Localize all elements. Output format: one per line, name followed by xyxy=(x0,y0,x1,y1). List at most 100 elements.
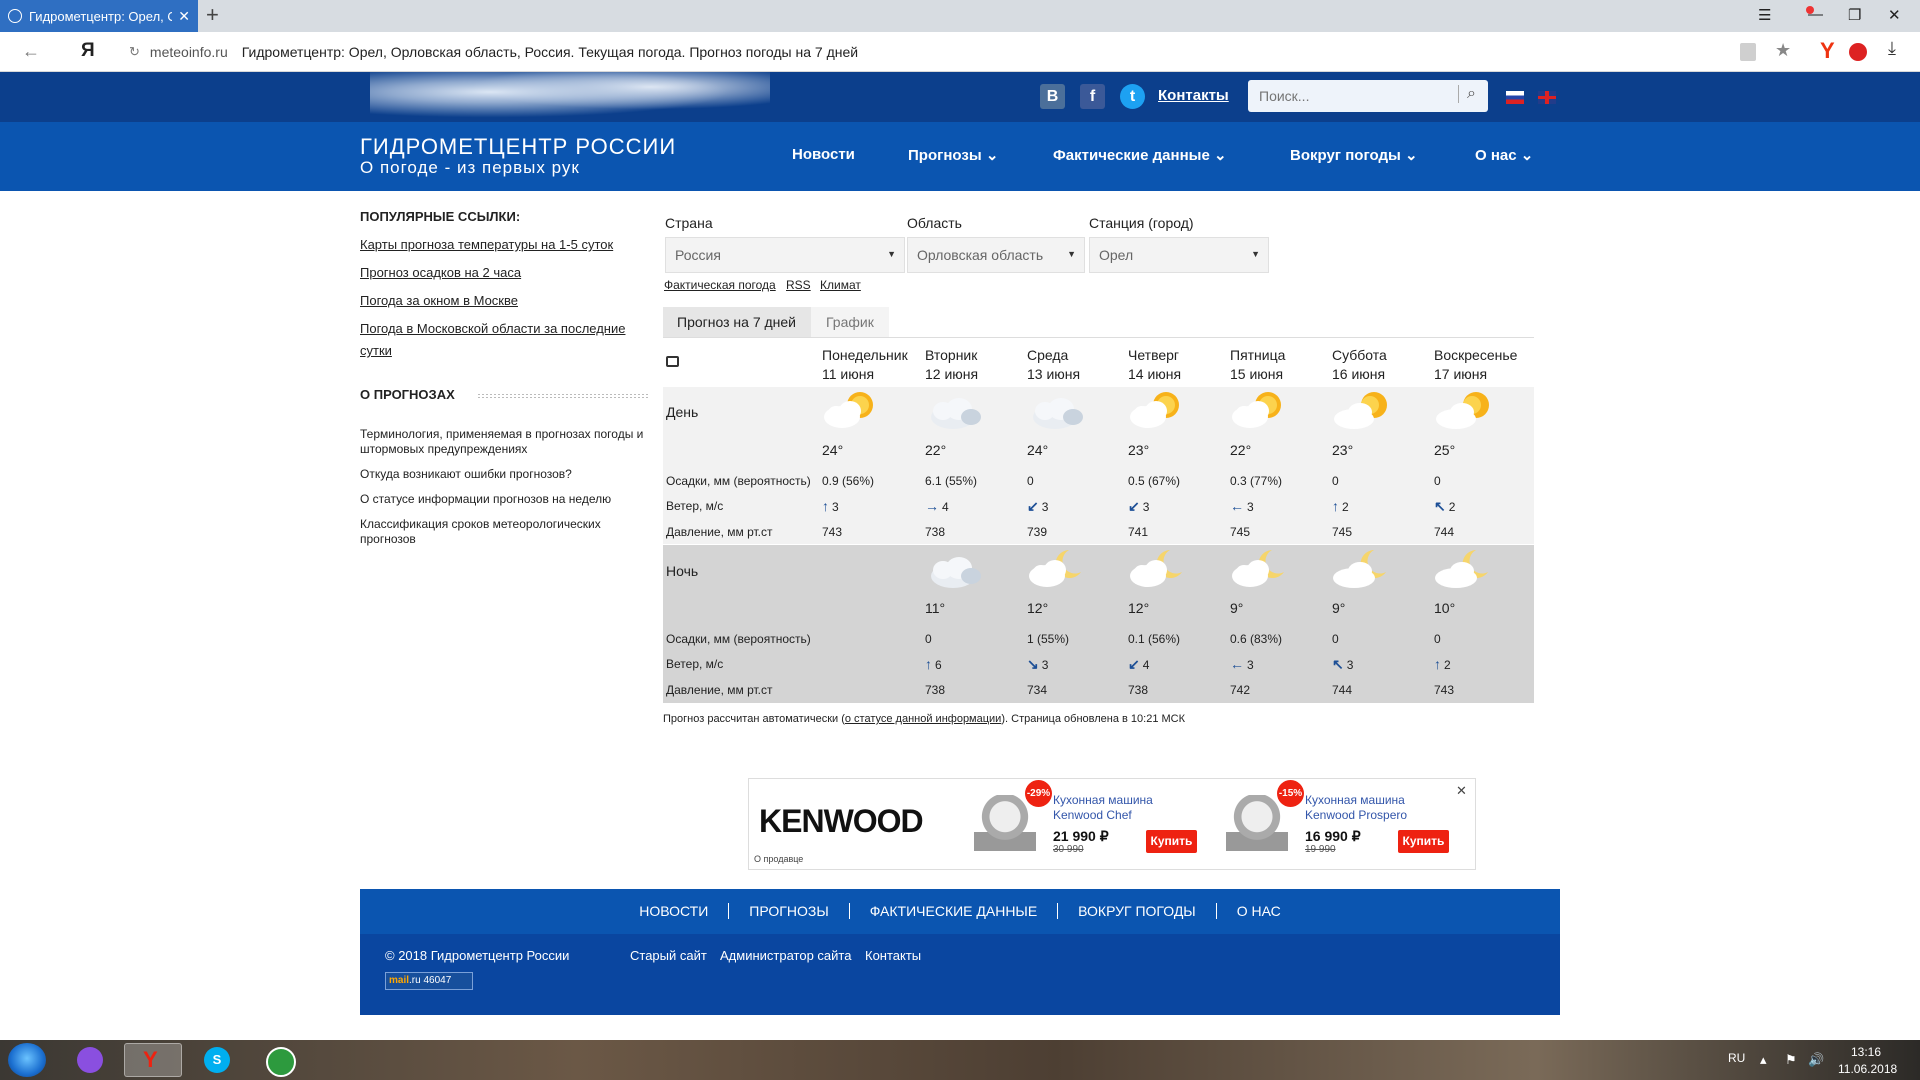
region-select[interactable]: Орловская область ▼ xyxy=(907,237,1085,273)
region-value: Орловская область xyxy=(917,247,1044,263)
contacts-link[interactable]: Контакты xyxy=(1158,87,1229,104)
day-label: День xyxy=(666,404,699,420)
product-name[interactable]: Кухонная машина Kenwood Chef xyxy=(1053,793,1153,823)
yandex-browser-taskbar-icon[interactable] xyxy=(124,1043,182,1077)
russian-flag-icon[interactable] xyxy=(1506,91,1524,104)
clock-date[interactable]: 11.06.2018 xyxy=(1838,1062,1897,1076)
volume-icon[interactable]: 🔊 xyxy=(1808,1052,1824,1068)
product-image[interactable] xyxy=(974,795,1036,857)
product-name[interactable]: Кухонная машина Kenwood Prospero xyxy=(1305,793,1407,823)
clock-time[interactable]: 13:16 xyxy=(1851,1045,1881,1059)
footer-contacts-link[interactable]: Контакты xyxy=(865,948,921,963)
temperature: 22° xyxy=(925,442,947,458)
popular-link[interactable]: Прогноз осадков на 2 часа xyxy=(360,262,660,284)
close-tab-icon[interactable]: ✕ xyxy=(178,8,190,25)
nav-actual-data[interactable]: Фактические данные ⌄ xyxy=(1053,146,1227,164)
site-title[interactable]: ГИДРОМЕТЦЕНТР РОССИИ xyxy=(360,134,676,160)
chevron-down-icon: ⌄ xyxy=(1404,147,1418,164)
start-button[interactable] xyxy=(8,1043,46,1077)
footer-nav-actual-data[interactable]: ФАКТИЧЕСКИЕ ДАННЫЕ xyxy=(870,903,1037,919)
tab-7-days[interactable]: Прогноз на 7 дней xyxy=(663,307,811,337)
about-link[interactable]: Откуда возникают ошибки прогнозов? xyxy=(360,467,650,482)
back-arrow-icon[interactable]: ← xyxy=(22,41,40,62)
twitter-icon[interactable]: t xyxy=(1120,84,1145,109)
app-taskbar-icon[interactable] xyxy=(250,1043,308,1077)
site-admin-link[interactable]: Администратор сайта xyxy=(720,948,851,963)
reload-icon[interactable]: ↻ xyxy=(129,44,140,60)
climate-link[interactable]: Климат xyxy=(820,278,861,292)
about-link[interactable]: Терминология, применяемая в прогнозах по… xyxy=(360,427,650,457)
restore-button[interactable]: ❐ xyxy=(1848,6,1861,24)
country-select[interactable]: Россия ▼ xyxy=(665,237,905,273)
wind-speed: 4 xyxy=(942,500,949,514)
protect-icon[interactable] xyxy=(1740,43,1756,61)
footnote-status-link[interactable]: о статусе данной информации xyxy=(845,713,1001,725)
popular-link[interactable]: Погода за окном в Москве xyxy=(360,290,660,312)
pressure: 743 xyxy=(1434,683,1455,697)
day-date: 14 июня xyxy=(1128,366,1182,382)
precipitation: 0.9 (56%) xyxy=(822,474,875,488)
wind-speed: 2 xyxy=(1448,500,1456,514)
close-window-button[interactable]: ✕ xyxy=(1888,6,1901,24)
moon-cloud-icon xyxy=(1330,546,1396,592)
mailru-counter[interactable]: mail.ru 46047 xyxy=(385,972,473,990)
about-link[interactable]: О статусе информации прогнозов на неделю xyxy=(360,492,650,507)
day-name: Вторник xyxy=(925,347,978,363)
nav-forecasts[interactable]: Прогнозы ⌄ xyxy=(908,146,998,164)
rss-link[interactable]: RSS xyxy=(786,278,811,292)
ad-seller-note[interactable]: О продавце xyxy=(754,854,803,864)
nav-news[interactable]: Новости xyxy=(792,146,855,163)
pressure: 743 xyxy=(822,525,843,539)
popular-link[interactable]: Карты прогноза температуры на 1-5 суток xyxy=(360,234,660,256)
language-indicator[interactable]: RU xyxy=(1728,1051,1745,1065)
ad-brand-logo[interactable]: KENWOOD xyxy=(759,803,924,840)
precip-label: Осадки, мм (вероятность) xyxy=(666,474,811,488)
footer-nav-forecasts[interactable]: ПРОГНОЗЫ xyxy=(749,903,828,919)
popular-link[interactable]: Погода в Московской области за последние… xyxy=(360,318,660,362)
buy-button[interactable]: Купить xyxy=(1146,830,1197,853)
bookmark-star-icon[interactable]: ★ xyxy=(1775,40,1791,61)
skype-taskbar-icon[interactable] xyxy=(188,1043,246,1077)
menu-icon[interactable]: ☰ xyxy=(1758,6,1771,24)
search-input[interactable] xyxy=(1248,80,1448,112)
minimize-button[interactable]: — xyxy=(1808,6,1823,23)
yandex-y-icon[interactable]: Y xyxy=(1820,38,1835,64)
buy-button[interactable]: Купить xyxy=(1398,830,1449,853)
download-icon[interactable]: ⤓ xyxy=(1888,38,1896,59)
product-image[interactable] xyxy=(1226,795,1288,857)
footer-nav-around-weather[interactable]: ВОКРУГ ПОГОДЫ xyxy=(1078,903,1196,919)
search-icon[interactable]: ⌕ xyxy=(1458,85,1476,103)
windows-taskbar: RU ▴ ⚑ 🔊 13:16 11.06.2018 xyxy=(0,1040,1920,1080)
precipitation: 0 xyxy=(1027,474,1034,488)
yandex-logo-icon[interactable]: Я xyxy=(81,40,95,62)
close-icon[interactable]: ✕ xyxy=(1456,783,1467,799)
url-field[interactable]: ↻ meteoinfo.ru Гидрометцентр: Орел, Орло… xyxy=(121,37,1791,67)
actual-weather-link[interactable]: Фактическая погода xyxy=(664,278,776,292)
divider xyxy=(728,903,730,919)
footer-nav-about[interactable]: О НАС xyxy=(1237,903,1281,919)
tab-chart[interactable]: График xyxy=(811,307,889,337)
region-label: Область xyxy=(907,215,962,231)
browser-tab[interactable]: Гидрометцентр: Орел, О ✕ xyxy=(0,0,198,32)
print-icon[interactable] xyxy=(666,356,679,367)
facebook-icon[interactable]: f xyxy=(1080,84,1105,109)
footer-nav-news[interactable]: НОВОСТИ xyxy=(639,903,708,919)
vk-icon[interactable]: B xyxy=(1040,84,1065,109)
partly-cloudy-moon-icon xyxy=(1228,546,1294,592)
day-date: 12 июня xyxy=(925,366,979,382)
station-select[interactable]: Орел ▼ xyxy=(1089,237,1269,273)
nav-about[interactable]: О нас ⌄ xyxy=(1475,146,1533,164)
precipitation: 0.1 (56%) xyxy=(1128,632,1181,646)
tray-expand-icon[interactable]: ▴ xyxy=(1760,1052,1767,1068)
english-flag-icon[interactable] xyxy=(1538,91,1556,104)
new-tab-button[interactable]: + xyxy=(206,4,219,26)
ad-banner[interactable]: KENWOOD О продавце ✕ -29% Кухонная машин… xyxy=(748,778,1476,870)
extension-icon[interactable] xyxy=(1849,43,1867,61)
alice-app-icon[interactable] xyxy=(60,1043,118,1077)
old-site-link[interactable]: Старый сайт xyxy=(630,948,707,963)
pressure: 745 xyxy=(1230,525,1251,539)
network-icon[interactable]: ⚑ xyxy=(1785,1052,1797,1068)
about-link[interactable]: Классификация сроков метеорологических п… xyxy=(360,517,650,547)
nav-around-weather[interactable]: Вокруг погоды ⌄ xyxy=(1290,146,1418,164)
product-name-line: Кухонная машина xyxy=(1305,793,1405,807)
